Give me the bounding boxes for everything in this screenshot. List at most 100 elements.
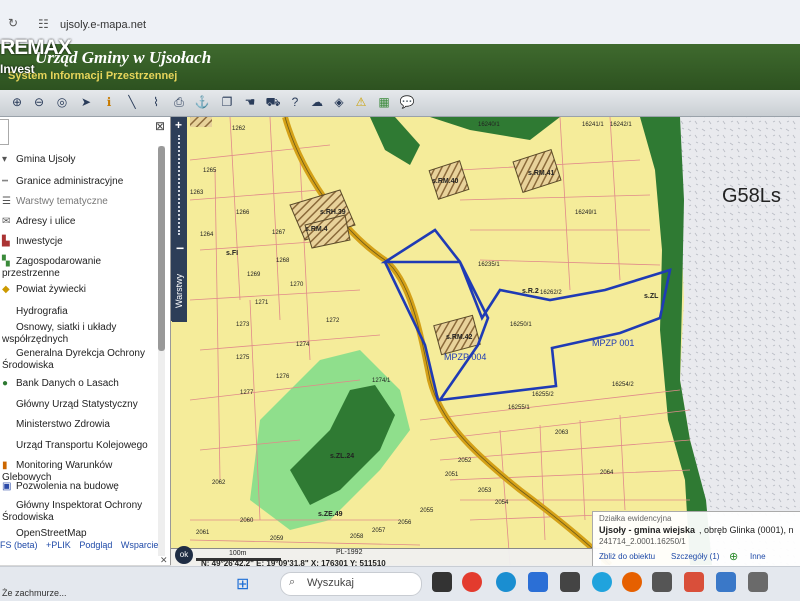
parcel-number: 1271 xyxy=(255,300,269,306)
plus-circle-icon[interactable]: ⊕ xyxy=(729,550,738,563)
layer-pozwolenia[interactable]: ▣ Pozwolenia na budowę xyxy=(2,481,157,493)
map-label-g58ls: G58Ls xyxy=(722,185,781,207)
parcel-number: 1266 xyxy=(236,210,250,216)
reload-icon[interactable]: ↻ xyxy=(8,16,18,30)
panel-tab[interactable] xyxy=(0,119,9,145)
layers-icon[interactable]: ◈ xyxy=(330,93,348,111)
map-label-rm40: s.RM.40 xyxy=(432,178,459,185)
pointer-icon[interactable]: ➤ xyxy=(77,93,95,111)
mail-icon[interactable] xyxy=(528,572,548,592)
parcel-number: 16254/2 xyxy=(612,382,634,388)
parcel-number: 1272 xyxy=(326,318,340,324)
scroll-down-icon[interactable]: ✕ xyxy=(160,555,168,566)
zoom-out-button[interactable]: − xyxy=(176,240,184,256)
start-icon[interactable]: ⊞ xyxy=(236,574,249,594)
zoom-slider[interactable] xyxy=(178,135,182,235)
other-link[interactable]: Inne xyxy=(750,552,766,561)
parcel-number: 1277 xyxy=(240,390,254,396)
skype-icon[interactable] xyxy=(592,572,612,592)
layer-gmina-ujsoly[interactable]: ▾ Gmina Ujsoły xyxy=(2,154,157,166)
warning-icon[interactable]: ⚠ xyxy=(352,93,370,111)
info-icon[interactable]: ℹ xyxy=(100,93,118,111)
info-municipality: Ujsoły - gmina wiejska xyxy=(599,525,696,535)
grid-icon[interactable]: ▦ xyxy=(375,93,393,111)
edge-icon[interactable] xyxy=(496,572,516,592)
link-wsparcie[interactable]: Wsparcie xyxy=(121,540,159,550)
tab-warstwy[interactable]: Warstwy xyxy=(172,260,187,322)
parcel-number: 16235/1 xyxy=(478,262,500,268)
photos-icon[interactable] xyxy=(716,572,736,592)
forest-icon: ● xyxy=(2,378,9,389)
layer-hydrografia[interactable]: Hydrografia xyxy=(2,306,157,318)
link-fs-beta[interactable]: FS (beta) xyxy=(0,540,38,550)
zoom-in-icon[interactable]: ⊕ xyxy=(8,93,26,111)
map-label-zl: s.ZL xyxy=(644,293,659,300)
ok-button[interactable]: ok xyxy=(175,546,193,564)
task-view-icon[interactable] xyxy=(432,572,452,592)
layer-gdos[interactable]: Generalna Dyrekcja Ochrony Środowiska xyxy=(2,348,157,372)
zone-corner xyxy=(190,117,212,127)
layer-osm[interactable]: OpenStreetMap xyxy=(2,528,157,538)
layer-zagospodarowanie[interactable]: ▚ Zagospodarowanie przestrzenne xyxy=(2,256,157,280)
measure-area-icon[interactable]: ⌇ xyxy=(147,93,165,111)
copy-icon[interactable]: ❐ xyxy=(218,93,236,111)
layer-osnowy[interactable]: Osnowy, siatki i układy współrzędnych xyxy=(2,322,157,346)
search-icon: ⌕ xyxy=(289,576,296,588)
store-icon[interactable] xyxy=(560,572,580,592)
layer-inwestycje[interactable]: ▙ Inwestycje xyxy=(2,236,157,248)
details-link[interactable]: Szczegóły (1) xyxy=(671,552,719,561)
layer-utk[interactable]: Urząd Transportu Kolejowego xyxy=(2,440,157,452)
comment-icon[interactable]: 💬 xyxy=(398,93,416,111)
map-toolbar: ⊕ ⊖ ◎ ➤ ℹ ╲ ⌇ ⎙ ⚓ ❐ ☚ ⛟ ? ☁ ◈ ⚠ ▦ 💬 xyxy=(0,90,800,117)
zoom-extent-icon[interactable]: ◎ xyxy=(53,93,71,111)
remax-watermark: REMAX xyxy=(0,36,72,59)
panel-scrollbar-thumb[interactable] xyxy=(158,146,165,351)
parcel-number: 1274/1 xyxy=(372,378,391,384)
layer-gus[interactable]: Główny Urząd Statystyczny xyxy=(2,399,157,411)
layer-powiat[interactable]: ◆ Powiat żywiecki xyxy=(2,284,157,296)
layer-gios[interactable]: Główny Inspektorat Ochrony Środowiska xyxy=(2,500,157,524)
crs-label[interactable]: PL-1992 xyxy=(336,549,362,556)
parcel-number: 2057 xyxy=(372,528,386,534)
link-podglad[interactable]: Podgląd xyxy=(79,540,112,550)
parcel-number: 1270 xyxy=(290,282,304,288)
anchor-icon[interactable]: ⚓ xyxy=(193,93,211,111)
chrome-icon[interactable] xyxy=(462,572,482,592)
url-text[interactable]: ujsoly.e-mapa.net xyxy=(60,19,146,31)
investment-icon: ▙ xyxy=(2,236,10,247)
map-label-mpzp004: MPZP 004 xyxy=(444,352,487,362)
layer-granice[interactable]: ┅ Granice administracyjne xyxy=(2,176,157,188)
panel-close-icon[interactable]: ⊠ xyxy=(155,119,165,133)
layer-ministerstwo-zdrowia[interactable]: Ministerstwo Zdrowia xyxy=(2,419,157,431)
zoom-to-object-link[interactable]: Zbliż do obiektu xyxy=(599,552,655,561)
firefox-icon[interactable] xyxy=(622,572,642,592)
car-icon[interactable]: ⛟ xyxy=(264,93,282,111)
zoom-in-button[interactable]: + xyxy=(175,118,182,132)
weather-widget[interactable]: Że zachmurze... xyxy=(2,588,67,598)
tune-icon[interactable]: ☷ xyxy=(38,17,49,31)
link-plik[interactable]: +PLIK xyxy=(46,540,71,550)
county-icon: ◆ xyxy=(2,284,10,295)
map-canvas[interactable] xyxy=(171,117,800,565)
hand-icon[interactable]: ☚ xyxy=(241,93,259,111)
panel-links: FS (beta) +PLIK Podgląd Wsparcie xyxy=(0,540,164,550)
layer-adresy[interactable]: ✉ Adresy i ulice xyxy=(2,216,157,228)
layer-bdl[interactable]: ● Bank Danych o Lasach xyxy=(2,378,157,390)
print-icon[interactable]: ⎙ xyxy=(170,93,188,111)
map-svg[interactable] xyxy=(171,117,800,565)
measure-line-icon[interactable]: ╲ xyxy=(123,93,141,111)
parcel-number: 1262 xyxy=(232,126,246,132)
layer-warstwy-tematyczne[interactable]: ☰ Warstwy tematyczne xyxy=(2,196,157,208)
more-apps-icon[interactable] xyxy=(748,572,768,592)
parcel-number: 1265 xyxy=(203,168,217,174)
parcel-number: 16249/1 xyxy=(575,210,597,216)
paint-icon[interactable] xyxy=(684,572,704,592)
help-icon[interactable]: ? xyxy=(286,93,304,111)
taskbar-search[interactable]: ⌕ Wyszukaj xyxy=(280,572,422,596)
zoom-out-icon[interactable]: ⊖ xyxy=(30,93,48,111)
calculator-icon[interactable] xyxy=(652,572,672,592)
layers-icon: ☰ xyxy=(2,196,11,207)
parcel-number: 1269 xyxy=(247,272,261,278)
map-label-fi: s.FI xyxy=(226,250,239,257)
upload-icon[interactable]: ☁ xyxy=(308,93,326,111)
